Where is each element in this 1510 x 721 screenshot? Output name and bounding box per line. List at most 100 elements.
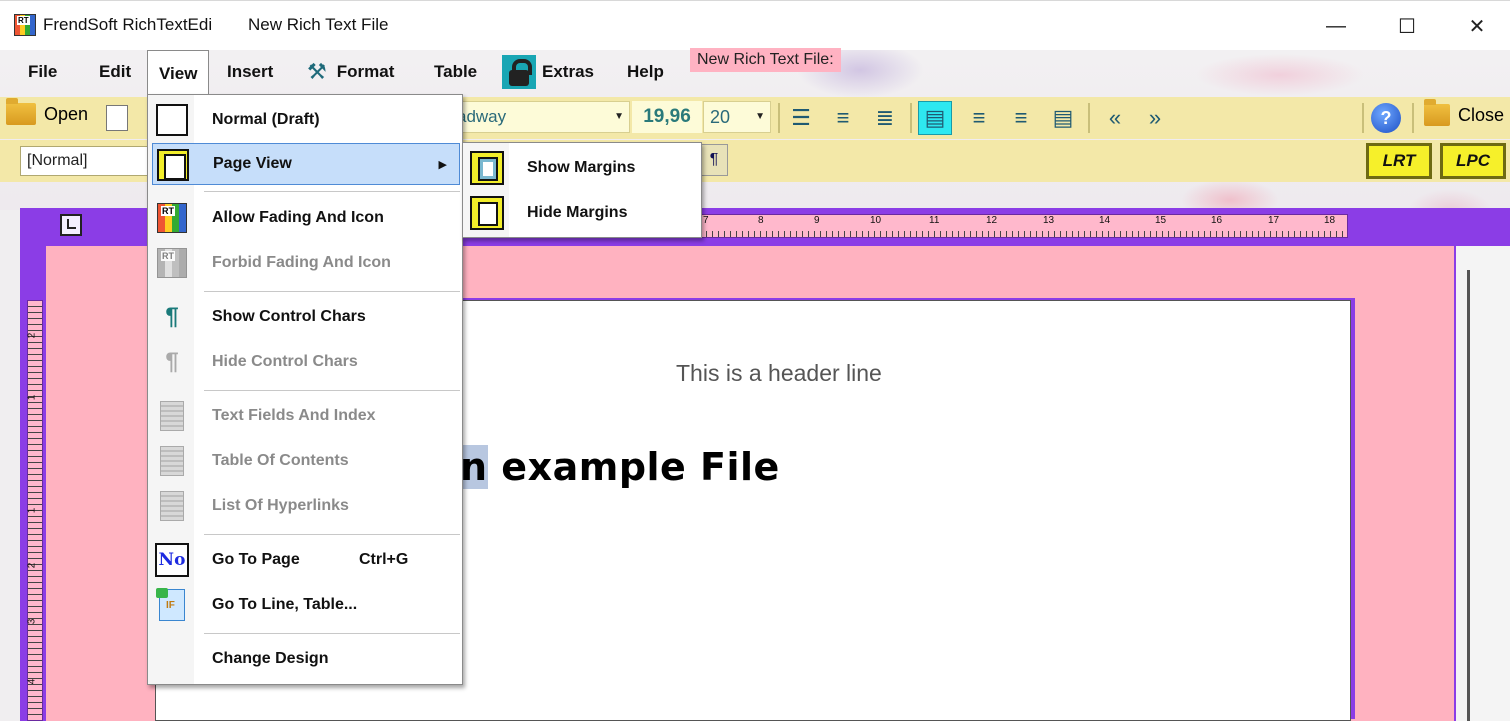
new-document-icon[interactable] bbox=[106, 105, 128, 131]
ruler-tick: 14 bbox=[1099, 215, 1111, 226]
open-button[interactable]: Open bbox=[6, 98, 88, 125]
view-menu-go-to-line[interactable]: Go To Line, Table... bbox=[152, 584, 460, 626]
shortcut-label: Ctrl+G bbox=[359, 551, 409, 568]
toolbar-separator bbox=[1362, 103, 1364, 133]
lrt-button[interactable]: LRT bbox=[1366, 143, 1432, 179]
number-icon: No bbox=[155, 543, 189, 577]
lpc-button[interactable]: LPC bbox=[1440, 143, 1506, 179]
ruler-tick: 16 bbox=[1211, 215, 1223, 226]
menu-help[interactable]: Help bbox=[627, 50, 664, 94]
view-menu-forbid-fading: Forbid Fading And Icon bbox=[152, 242, 460, 284]
lock-icon bbox=[502, 55, 536, 89]
menu-table[interactable]: Table bbox=[434, 50, 477, 94]
menu-separator bbox=[204, 390, 460, 391]
ruler-tick: 15 bbox=[1155, 215, 1167, 226]
goto-icon bbox=[156, 588, 185, 621]
ruler-tick: 10 bbox=[870, 215, 882, 226]
close-window-button[interactable]: ✕ bbox=[1442, 1, 1510, 51]
horizontal-ruler[interactable] bbox=[700, 214, 1348, 238]
pilcrow-icon: ¶ bbox=[165, 303, 179, 330]
menu-separator bbox=[204, 633, 460, 634]
view-menu-hide-control-chars: ¶ Hide Control Chars bbox=[165, 348, 358, 375]
help-icon[interactable]: ? bbox=[1371, 103, 1401, 133]
close-icon: ✕ bbox=[1468, 15, 1486, 38]
menu-view[interactable]: View bbox=[147, 50, 210, 96]
menu-insert[interactable]: Insert bbox=[227, 50, 273, 94]
ruler-tick: 17 bbox=[1268, 215, 1280, 226]
menu-edit[interactable]: Edit bbox=[99, 50, 131, 94]
view-menu-go-to-page[interactable]: No Go To Page Ctrl+G bbox=[152, 539, 460, 581]
align-left-icon[interactable]: ▤ bbox=[918, 101, 952, 135]
page-view-icon bbox=[157, 149, 189, 181]
decrease-indent-icon[interactable]: « bbox=[1098, 101, 1132, 135]
ruler-tick: 11 bbox=[929, 215, 940, 226]
pilcrow-icon: ¶ bbox=[709, 151, 719, 168]
ruler-tick: 1 bbox=[26, 394, 38, 401]
app-title: FrendSoft RichTextEdi bbox=[43, 15, 213, 34]
ruler-tick: 1 bbox=[26, 507, 38, 514]
view-menu-page-view[interactable]: Page View ▶ bbox=[152, 143, 460, 185]
vertical-scrollbar[interactable] bbox=[1456, 246, 1510, 721]
paragraph-style-select[interactable]: [Normal] bbox=[20, 146, 152, 176]
close-document-button[interactable]: Close bbox=[1424, 99, 1504, 126]
toolbar-separator bbox=[1412, 103, 1414, 133]
ruler-tick: 2 bbox=[26, 562, 38, 569]
document-tab-label[interactable]: New Rich Text File: bbox=[690, 48, 841, 72]
document-title: New Rich Text File bbox=[248, 15, 389, 34]
toolbar-separator bbox=[1088, 103, 1090, 133]
ruler-tick: 4 bbox=[26, 678, 38, 685]
view-menu-table-of-contents: Table Of Contents bbox=[152, 440, 460, 482]
menu-extras[interactable]: Extras bbox=[502, 50, 594, 94]
menu-separator bbox=[204, 291, 460, 292]
ruler-tick: 12 bbox=[986, 215, 998, 226]
numbered-list-icon[interactable]: ≡ bbox=[826, 101, 860, 135]
minimize-icon: — bbox=[1326, 14, 1346, 37]
menu-separator bbox=[204, 191, 460, 192]
view-menu-allow-fading[interactable]: Allow Fading And Icon bbox=[152, 197, 460, 239]
document-icon bbox=[160, 446, 184, 476]
view-menu-list-of-hyperlinks: List Of Hyperlinks bbox=[152, 485, 460, 527]
ruler-tick: 13 bbox=[1043, 215, 1055, 226]
pilcrow-button[interactable]: ¶ bbox=[700, 144, 728, 176]
folder-open-icon bbox=[6, 98, 36, 125]
increase-indent-icon[interactable]: » bbox=[1138, 101, 1172, 135]
app-logo-icon bbox=[14, 14, 36, 36]
justify-icon[interactable]: ▤ bbox=[1046, 101, 1080, 135]
view-menu-normal-draft[interactable]: Normal (Draft) bbox=[152, 99, 460, 141]
title-bar: FrendSoft RichTextEdi New Rich Text File… bbox=[0, 0, 1510, 50]
toolbar-separator bbox=[778, 103, 780, 133]
tab-stop-selector[interactable] bbox=[60, 214, 82, 236]
text-selection: n bbox=[460, 445, 488, 489]
bullet-list-icon[interactable]: ☰ bbox=[784, 101, 818, 135]
ruler-tick: 2 bbox=[26, 332, 38, 339]
ruler-tick: 3 bbox=[26, 618, 38, 625]
align-center-icon[interactable]: ≡ bbox=[962, 101, 996, 135]
submenu-arrow-icon: ▶ bbox=[438, 158, 447, 171]
dropdown-arrow-icon: ▼ bbox=[614, 111, 624, 122]
document-heading[interactable]: n example File bbox=[460, 445, 780, 489]
document-icon bbox=[160, 491, 184, 521]
maximize-button[interactable]: ☐ bbox=[1372, 1, 1442, 51]
align-right-icon[interactable]: ≡ bbox=[1004, 101, 1038, 135]
document-header-line[interactable]: This is a header line bbox=[676, 360, 882, 387]
folder-close-icon bbox=[1424, 99, 1450, 126]
font-size-select[interactable]: 20 ▼ bbox=[703, 101, 771, 133]
submenu-show-margins[interactable]: Show Margins bbox=[467, 147, 699, 189]
menu-file[interactable]: File bbox=[28, 50, 57, 94]
dropdown-arrow-icon: ▼ bbox=[755, 111, 765, 122]
ruler-tick: 8 bbox=[758, 215, 764, 226]
maximize-icon: ☐ bbox=[1398, 15, 1416, 38]
view-menu-change-design[interactable]: Change Design bbox=[152, 638, 460, 680]
show-margins-icon bbox=[470, 151, 504, 185]
pilcrow-gray-icon: ¶ bbox=[165, 348, 179, 375]
rt-logo-icon bbox=[157, 203, 187, 233]
multilevel-list-icon[interactable]: ≣ bbox=[868, 101, 902, 135]
hide-margins-icon bbox=[470, 196, 504, 230]
submenu-hide-margins[interactable]: Hide Margins bbox=[467, 192, 699, 234]
menu-format[interactable]: ⚒ Format bbox=[307, 50, 394, 94]
minimize-button[interactable]: — bbox=[1301, 1, 1371, 51]
font-name-select[interactable]: adway ▼ bbox=[448, 101, 630, 133]
view-menu-dropdown: Normal (Draft) Page View ▶ Allow Fading … bbox=[147, 94, 463, 685]
document-icon bbox=[160, 401, 184, 431]
view-menu-show-control-chars[interactable]: ¶ Show Control Chars bbox=[152, 296, 460, 338]
